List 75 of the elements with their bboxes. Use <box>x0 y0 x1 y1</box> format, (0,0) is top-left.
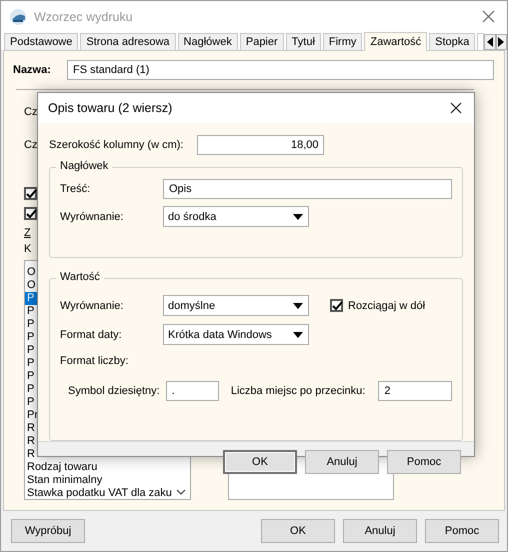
left-arrow-icon <box>486 37 494 47</box>
checkbox[interactable] <box>24 187 37 200</box>
field-label: Cz <box>24 139 38 151</box>
field-label: Szerokość kolumny (w cm): <box>49 139 184 151</box>
field-label: Wyrównanie: <box>60 300 124 312</box>
field-label: Treść: <box>60 183 92 195</box>
dropdown[interactable]: domyślne <box>163 295 309 316</box>
checkbox-label: Rozciągaj w dół <box>348 300 426 312</box>
field-label: Symbol dziesiętny: <box>68 385 160 397</box>
list-item[interactable]: P <box>25 292 37 305</box>
list-item[interactable]: P <box>25 370 37 383</box>
dialog-button[interactable]: Anuluj <box>305 450 379 474</box>
dialog-button[interactable]: OK <box>261 519 335 543</box>
field-label: Format daty: <box>60 328 123 340</box>
list-item[interactable]: Rodzaj towaru <box>25 461 98 474</box>
list-item[interactable]: P <box>25 318 37 331</box>
caret-icon <box>293 302 303 308</box>
tab[interactable]: Firmy <box>322 33 362 50</box>
list-item[interactable]: P <box>25 396 37 409</box>
check-icon <box>330 300 342 311</box>
link[interactable]: Z <box>24 227 31 239</box>
try-button[interactable]: Wypróbuj <box>11 519 85 543</box>
field-label: Liczba miejsc po przecinku: <box>230 385 366 397</box>
dropdown[interactable]: Krótka data Windows <box>163 324 309 345</box>
checkbox[interactable] <box>24 207 37 220</box>
check-icon <box>24 188 36 199</box>
dialog-button[interactable]: Pomoc <box>387 450 461 474</box>
field-label: Nazwa: <box>12 64 52 76</box>
tab[interactable]: Papier <box>240 33 284 50</box>
tab[interactable]: Zawartość <box>364 32 428 51</box>
group-title: Wartość <box>56 271 104 283</box>
group-title: Nagłówek <box>56 160 112 172</box>
tab[interactable]: Podstawowe <box>4 33 78 50</box>
caret-icon <box>293 332 303 338</box>
input-field[interactable]: Opis <box>163 179 452 199</box>
list-item[interactable]: R <box>25 448 37 461</box>
dropdown[interactable]: do środka <box>163 206 309 227</box>
input-field[interactable]: 2 <box>378 381 452 401</box>
field-label: K <box>24 243 32 255</box>
list-item[interactable]: Pr <box>25 409 38 422</box>
check-icon <box>24 208 36 219</box>
tab[interactable]: Nagłówek <box>178 33 238 50</box>
dialog-button[interactable]: Pomoc <box>425 519 499 543</box>
scroll-right-button[interactable] <box>496 34 507 50</box>
checkbox[interactable] <box>330 299 343 312</box>
right-arrow-icon <box>497 37 506 47</box>
list-item[interactable]: O <box>25 279 37 292</box>
list-item[interactable]: O <box>25 266 37 279</box>
list-item[interactable]: R <box>25 422 37 435</box>
list-item[interactable]: R <box>25 435 37 448</box>
field-label: Wyrównanie: <box>60 210 124 222</box>
tab[interactable]: Stopka <box>429 33 476 50</box>
list-item[interactable]: P <box>25 357 37 370</box>
logo-icon <box>9 8 27 26</box>
list-item[interactable]: P <box>25 344 37 357</box>
input-field[interactable]: 18,00 <box>197 135 324 155</box>
list-item[interactable]: P <box>25 331 37 344</box>
tab[interactable]: Tytuł <box>286 33 321 50</box>
scroll-left-button[interactable] <box>484 34 496 50</box>
dialog-title: Opis towaru (2 wiersz) <box>48 101 172 115</box>
window-title: Wzorzec wydruku <box>34 10 134 24</box>
dialog-button[interactable]: Anuluj <box>343 519 417 543</box>
field-label: Cz <box>24 106 38 118</box>
list-item[interactable]: Stawka podatku VAT dla zaku <box>25 487 172 499</box>
input-field[interactable]: FS standard (1) <box>67 60 494 80</box>
list-item[interactable]: P <box>25 383 37 396</box>
dialog-button[interactable]: OK <box>223 450 297 474</box>
caret-icon <box>293 214 303 220</box>
scroll-down-icon <box>176 489 186 495</box>
tab[interactable]: Strona adresowa <box>80 33 176 50</box>
list-item[interactable]: Stan minimalny <box>25 474 102 487</box>
close-icon[interactable] <box>450 102 462 114</box>
list-item[interactable]: P <box>25 305 37 318</box>
field-label: Format liczby: <box>60 355 130 367</box>
input-field[interactable]: . <box>166 381 219 401</box>
